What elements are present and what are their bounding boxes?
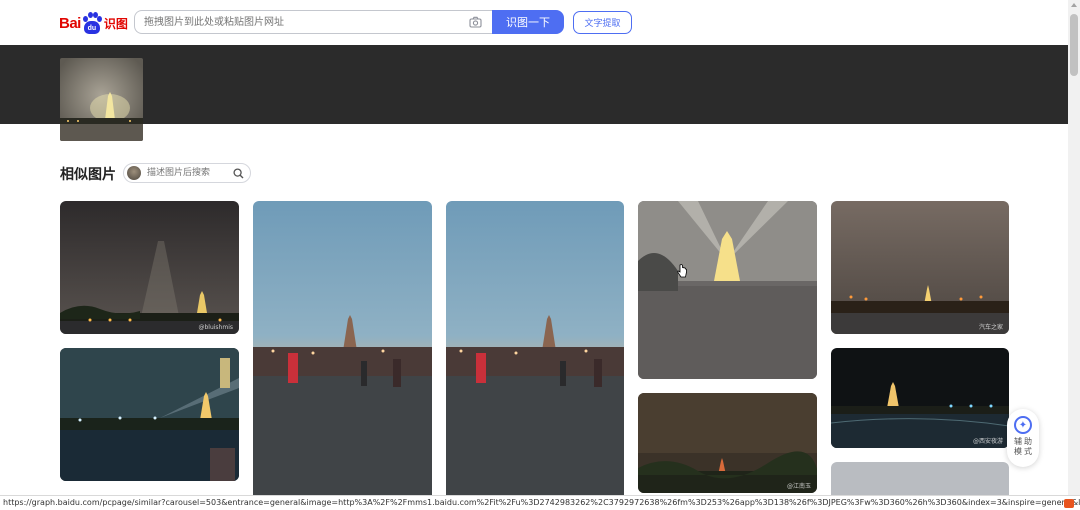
watermark-text: @bluishmis xyxy=(198,324,233,331)
result-image[interactable]: @西安夜游 xyxy=(831,348,1009,448)
result-image[interactable]: @bluishmis xyxy=(60,201,239,334)
describe-search-input[interactable] xyxy=(145,167,235,179)
logo-shitu-text: 识图 xyxy=(103,16,128,31)
pagoda-dusk-photo xyxy=(446,201,624,501)
logo-du-text: du xyxy=(83,21,100,34)
paw-icon: du xyxy=(82,12,102,34)
describe-search-box[interactable] xyxy=(123,163,251,183)
result-image[interactable]: @江南玉 xyxy=(638,393,817,493)
pagoda-lit-photo xyxy=(638,201,817,379)
baidu-shitu-logo[interactable]: Bai du 识图 xyxy=(59,11,128,35)
result-image[interactable] xyxy=(638,201,817,379)
accessibility-icon: ✦ xyxy=(1014,416,1032,434)
scrollbar-thumb[interactable] xyxy=(1070,14,1078,76)
pagoda-night-image xyxy=(60,58,143,141)
watermark-text: @西安夜游 xyxy=(972,438,1003,445)
pagoda-night-photo xyxy=(60,201,239,334)
pagoda-night-photo xyxy=(831,201,1009,334)
image-search-box[interactable] xyxy=(134,10,492,34)
pagoda-night-photo xyxy=(831,348,1009,448)
query-mini-thumbnail xyxy=(127,166,141,180)
query-image-thumbnail[interactable] xyxy=(60,58,143,141)
query-image-band xyxy=(0,45,1068,124)
pagoda-night-photo xyxy=(60,348,239,481)
result-image[interactable] xyxy=(253,201,432,501)
watermark-text: @江南玉 xyxy=(786,483,811,490)
camera-icon[interactable] xyxy=(469,16,482,28)
similar-images-title: 相似图片 xyxy=(60,167,116,183)
scroll-up-arrow-icon[interactable] xyxy=(1071,3,1077,7)
assist-mode-button[interactable]: ✦ 辅助模式 xyxy=(1007,409,1039,467)
hand-cursor-icon xyxy=(677,264,687,278)
extension-icon[interactable] xyxy=(1064,499,1074,508)
status-url-text: https://graph.baidu.com/pcpage/similar?c… xyxy=(3,498,1080,507)
result-image[interactable] xyxy=(446,201,624,501)
page-scrollbar[interactable] xyxy=(1068,0,1080,495)
watermark-text: 汽车之家 xyxy=(978,324,1003,331)
image-url-input[interactable] xyxy=(135,11,466,33)
result-image[interactable]: 汽车之家 xyxy=(831,201,1009,334)
logo-bai-text: Bai xyxy=(59,14,81,32)
search-image-button[interactable]: 识图一下 xyxy=(492,10,564,34)
result-image[interactable] xyxy=(60,348,239,481)
top-bar: Bai du 识图 识图一下 文字提取 xyxy=(0,0,1068,45)
pagoda-dusk-photo xyxy=(253,201,432,501)
browser-status-bar: https://graph.baidu.com/pcpage/similar?c… xyxy=(0,495,1080,510)
text-extract-button[interactable]: 文字提取 xyxy=(573,11,632,34)
assist-mode-label: 辅助模式 xyxy=(1014,437,1034,456)
search-icon[interactable] xyxy=(233,168,244,179)
pagoda-night-photo xyxy=(638,393,817,493)
